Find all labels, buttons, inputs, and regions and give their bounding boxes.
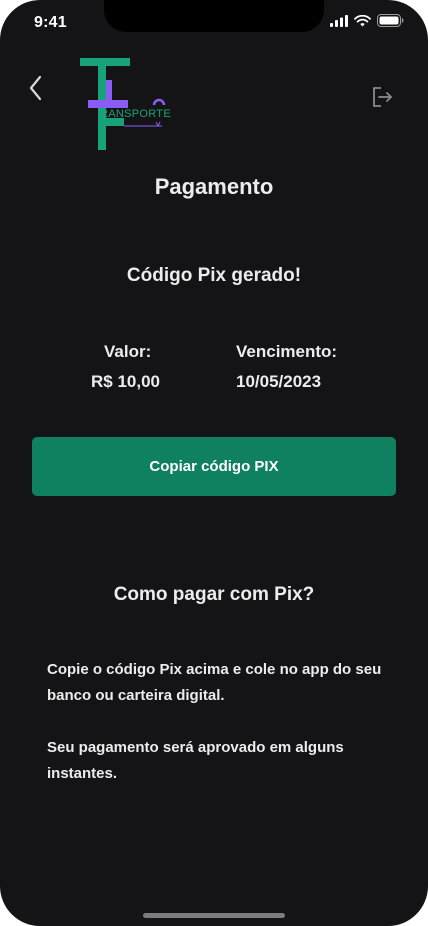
status-icons (330, 14, 404, 27)
vencimento-block: Vencimento: 10/05/2023 (236, 342, 337, 392)
logo-mark-icon (80, 58, 166, 150)
phone-screen: 9:41 RANSPORTE Pagamento Código Pix gera… (0, 0, 428, 926)
signal-icon (330, 14, 348, 27)
back-button[interactable] (22, 74, 50, 102)
valor-block: Valor: R$ 10,00 (91, 342, 160, 392)
device-notch (104, 0, 324, 32)
instruction-paragraph-approval: Seu pagamento será aprovado em alguns in… (47, 739, 344, 782)
vencimento-label: Vencimento: (236, 342, 338, 361)
instruction-paragraph-copy: Copie o código Pix acima e cole no app d… (47, 661, 382, 704)
status-time: 9:41 (34, 14, 67, 31)
vencimento-value: 10/05/2023 (236, 372, 322, 391)
valor-value: R$ 10,00 (91, 372, 160, 391)
how-to-pay-title: Como pagar com Pix? (113, 584, 315, 605)
battery-icon (377, 14, 404, 27)
logo-text: RANSPORTE (100, 108, 171, 120)
pix-generated-heading: Código Pix gerado! (126, 265, 302, 286)
page-title: Pagamento (154, 174, 274, 199)
logout-icon (373, 87, 392, 107)
chevron-left-icon (29, 75, 42, 101)
valor-label: Valor: (104, 342, 152, 361)
wifi-icon (354, 14, 371, 26)
app-logo: RANSPORTE (78, 56, 171, 152)
logout-button[interactable] (370, 84, 396, 110)
copy-pix-code-button[interactable]: Copiar código PIX (32, 437, 396, 496)
home-indicator[interactable] (143, 913, 285, 918)
